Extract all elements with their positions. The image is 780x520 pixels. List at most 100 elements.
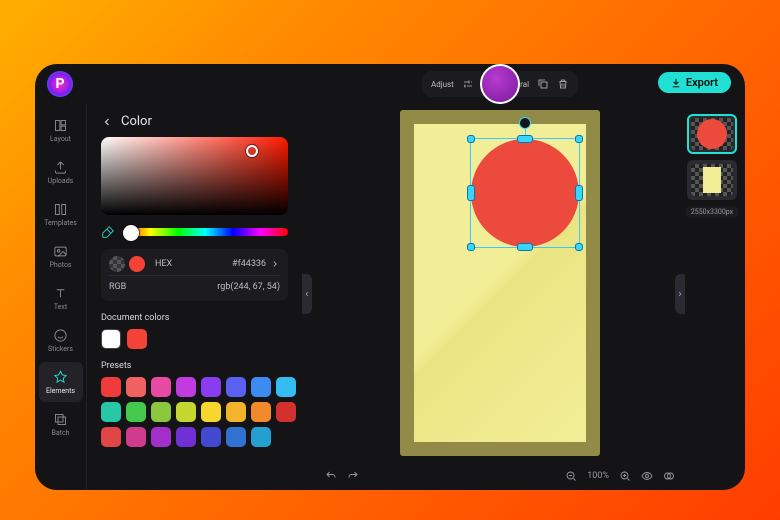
artboard[interactable] xyxy=(400,110,600,456)
doc-color-swatch[interactable] xyxy=(101,329,121,349)
color-panel: Color HEX #f44336 RGB rgb(244, 67, 54) D… xyxy=(87,104,302,490)
preset-swatch[interactable] xyxy=(101,427,121,447)
app-frame: P Export Layout Uploads Templates Photos… xyxy=(35,64,745,490)
zoom-value[interactable]: 100% xyxy=(587,471,609,481)
rail-item-stickers[interactable]: Stickers xyxy=(39,320,83,360)
canvas-area[interactable]: Adjust General xyxy=(325,104,675,462)
resize-handle-tl[interactable] xyxy=(467,135,475,143)
preset-swatch[interactable] xyxy=(101,377,121,397)
ctx-duplicate-icon[interactable] xyxy=(533,74,553,94)
hue-slider[interactable] xyxy=(123,228,288,236)
preset-swatch[interactable] xyxy=(226,427,246,447)
preset-swatch[interactable] xyxy=(151,377,171,397)
rail-item-layout[interactable]: Layout xyxy=(39,110,83,150)
rotate-handle[interactable] xyxy=(519,117,531,129)
batch-icon xyxy=(53,412,68,427)
preset-swatch[interactable] xyxy=(251,402,271,422)
left-rail: Layout Uploads Templates Photos Text Sti… xyxy=(35,104,87,490)
layer-thumb-page[interactable] xyxy=(687,160,737,200)
zoom-out-icon[interactable] xyxy=(565,470,577,482)
status-bar: 100% xyxy=(325,464,675,488)
resize-handle-mt[interactable] xyxy=(517,135,533,143)
saturation-value-picker[interactable] xyxy=(101,137,288,215)
text-icon xyxy=(53,286,68,301)
shape-circle[interactable] xyxy=(471,139,579,247)
preset-swatch[interactable] xyxy=(151,402,171,422)
layout-icon xyxy=(53,118,68,133)
ctx-adjust-label[interactable]: Adjust xyxy=(427,80,458,89)
rail-item-photos[interactable]: Photos xyxy=(39,236,83,276)
export-button[interactable]: Export xyxy=(658,72,731,93)
selection-box[interactable] xyxy=(470,138,580,248)
eyedropper-icon[interactable] xyxy=(101,225,115,239)
rail-label: Uploads xyxy=(48,177,74,185)
rail-item-batch[interactable]: Batch xyxy=(39,404,83,444)
rail-item-uploads[interactable]: Uploads xyxy=(39,152,83,192)
current-swatch[interactable] xyxy=(129,256,145,272)
resize-handle-mb[interactable] xyxy=(517,243,533,251)
panel-title: Color xyxy=(121,114,152,129)
ctx-delete-icon[interactable] xyxy=(553,74,573,94)
presets-grid xyxy=(101,377,288,447)
preset-swatch[interactable] xyxy=(226,402,246,422)
preset-swatch[interactable] xyxy=(126,402,146,422)
preset-swatch[interactable] xyxy=(176,377,196,397)
app-logo[interactable]: P xyxy=(47,71,73,97)
redo-icon[interactable] xyxy=(347,470,359,482)
preset-swatch[interactable] xyxy=(226,377,246,397)
presets-title: Presets xyxy=(101,361,288,371)
undo-icon[interactable] xyxy=(325,470,337,482)
resize-handle-tr[interactable] xyxy=(575,135,583,143)
preset-swatch[interactable] xyxy=(276,377,296,397)
rail-label: Text xyxy=(54,303,67,311)
ctx-sliders-icon[interactable] xyxy=(458,74,478,94)
preset-swatch[interactable] xyxy=(251,427,271,447)
layer-thumb-circle[interactable] xyxy=(687,114,737,154)
zoom-in-icon[interactable] xyxy=(619,470,631,482)
rail-label: Layout xyxy=(50,135,71,143)
rail-item-elements[interactable]: Elements xyxy=(39,362,83,402)
compare-icon[interactable] xyxy=(663,470,675,482)
panel-header: Color xyxy=(101,114,288,129)
back-icon[interactable] xyxy=(101,116,113,128)
rail-item-templates[interactable]: Templates xyxy=(39,194,83,234)
preset-swatch[interactable] xyxy=(201,427,221,447)
preset-swatch[interactable] xyxy=(201,402,221,422)
templates-icon xyxy=(53,202,68,217)
export-label: Export xyxy=(686,76,718,89)
sv-cursor[interactable] xyxy=(246,145,258,157)
rgb-value[interactable]: rgb(244, 67, 54) xyxy=(217,282,280,292)
rail-label: Photos xyxy=(49,261,71,269)
document-colors-title: Document colors xyxy=(101,313,288,323)
rail-item-text[interactable]: Text xyxy=(39,278,83,318)
resize-handle-br[interactable] xyxy=(575,243,583,251)
doc-color-swatch[interactable] xyxy=(127,329,147,349)
download-icon xyxy=(671,78,681,88)
preset-swatch[interactable] xyxy=(176,402,196,422)
resize-handle-ml[interactable] xyxy=(467,185,475,201)
page[interactable] xyxy=(414,124,586,442)
resize-handle-bl[interactable] xyxy=(467,243,475,251)
preset-swatch[interactable] xyxy=(201,377,221,397)
transparency-swatch[interactable] xyxy=(109,256,125,272)
resize-handle-mr[interactable] xyxy=(575,185,583,201)
preset-swatch[interactable] xyxy=(251,377,271,397)
color-readout: HEX #f44336 RGB rgb(244, 67, 54) xyxy=(101,249,288,301)
preset-swatch[interactable] xyxy=(101,402,121,422)
visibility-icon[interactable] xyxy=(641,470,653,482)
chevron-right-icon[interactable] xyxy=(270,259,280,269)
collapse-panel-right[interactable] xyxy=(675,274,685,314)
logo-letter: P xyxy=(55,76,64,92)
preset-swatch[interactable] xyxy=(176,427,196,447)
document-colors xyxy=(101,329,288,349)
preset-swatch[interactable] xyxy=(276,402,296,422)
preset-swatch[interactable] xyxy=(151,427,171,447)
hex-value[interactable]: #f44336 xyxy=(232,259,266,269)
rail-label: Elements xyxy=(46,387,75,395)
rail-label: Templates xyxy=(44,219,77,227)
preset-swatch[interactable] xyxy=(126,427,146,447)
hex-label: HEX xyxy=(155,259,172,269)
preset-swatch[interactable] xyxy=(126,377,146,397)
top-bar: P Export xyxy=(35,64,745,104)
collapse-panel-left[interactable] xyxy=(302,274,312,314)
